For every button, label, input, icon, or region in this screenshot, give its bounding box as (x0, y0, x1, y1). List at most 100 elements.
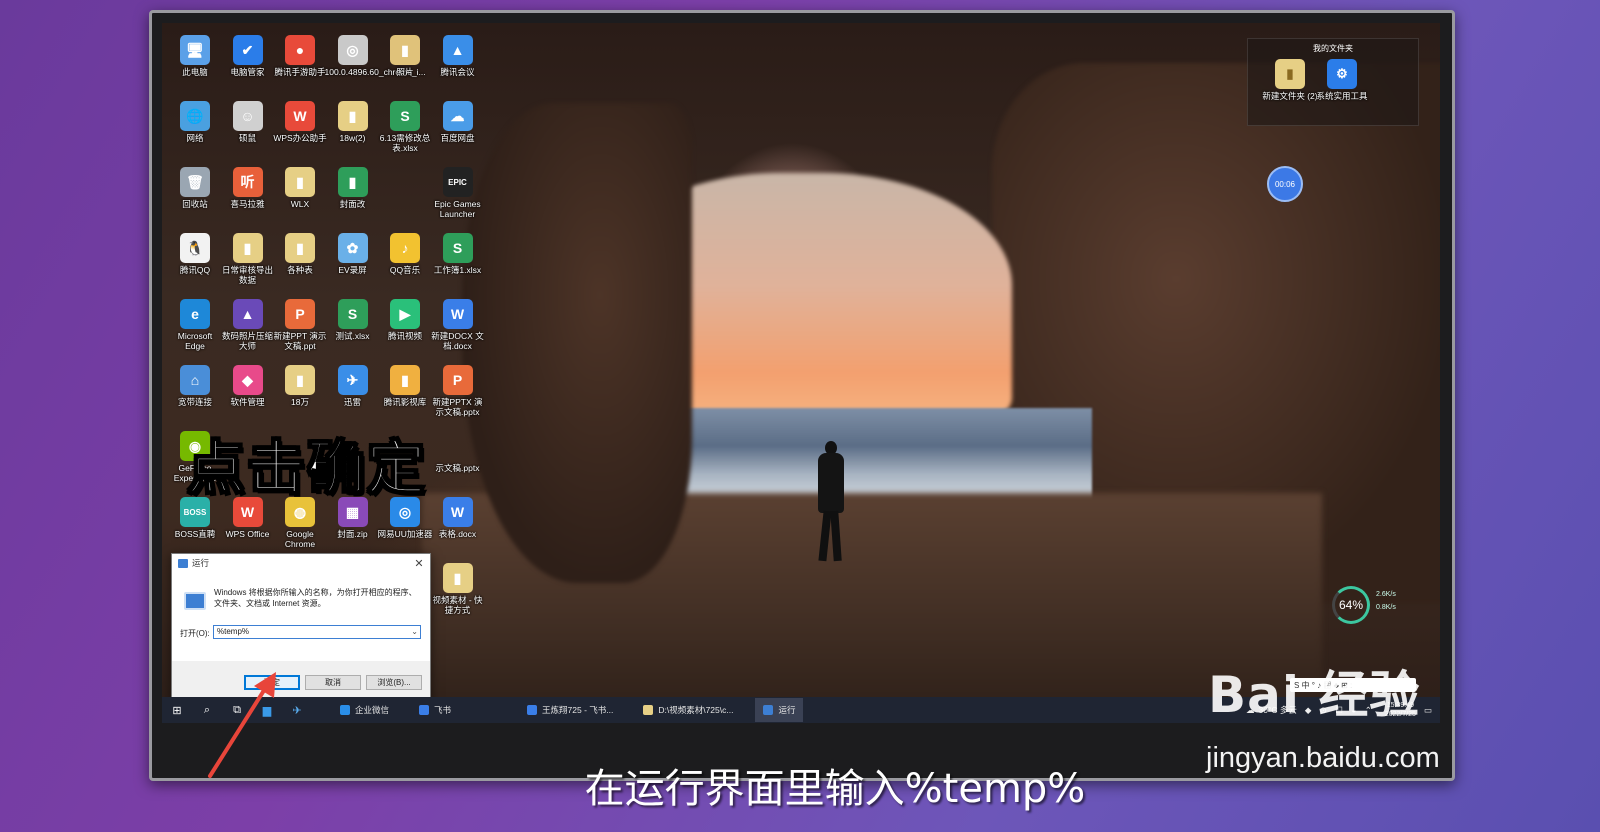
taskbar-app[interactable]: 运行 (755, 698, 804, 722)
app-icon: W (285, 101, 315, 131)
desktop-icon[interactable]: W 表格.docx (430, 497, 486, 539)
app-icon (763, 705, 774, 715)
folder-item-system-tools[interactable]: ⚙ 系统实用工具 (1314, 59, 1370, 101)
desktop-icon-label: EV录屏 (338, 265, 367, 275)
desktop-icon-label: Microsoft Edge (177, 331, 213, 351)
app-icon (340, 705, 350, 715)
desktop-icon[interactable]: W WPS办公助手 (272, 101, 328, 143)
desktop-icon[interactable]: S 测试.xlsx (325, 299, 381, 341)
app-icon: ● (285, 35, 315, 65)
desktop-icon[interactable]: ▮ 腾讯影视库 (377, 365, 433, 407)
chevron-down-icon[interactable]: ⌄ (411, 626, 418, 638)
taskbar-app[interactable]: 飞书 (411, 698, 459, 722)
desktop-icon[interactable]: ▮ 各种表 (272, 233, 328, 275)
app-icon (419, 705, 430, 715)
desktop-icon[interactable]: ▮ 18万 (272, 365, 328, 407)
desktop-icon[interactable]: ◎ 100.0.4896.60_chrome_i... (325, 35, 426, 77)
run-dialog-titlebar[interactable]: 运行 ✕ (172, 554, 430, 572)
desktop-icon[interactable]: ⌂ 宽带连接 (167, 365, 223, 407)
wallpaper-rock-left (462, 103, 692, 583)
desktop-icon[interactable]: ▮ 日常审核导出数据 (220, 233, 276, 285)
desktop-icon[interactable]: ◆ 软件管理 (220, 365, 276, 407)
app-icon: 听 (232, 167, 263, 197)
notification-icon[interactable]: ▭ (1424, 705, 1432, 716)
desktop-icon[interactable]: ▮ 照片 (377, 35, 433, 77)
desktop-icon-label: 此电脑 (182, 67, 208, 77)
app-icon: EPIC (442, 167, 473, 197)
desktop-icon[interactable]: 听喜马拉雅 (220, 167, 276, 209)
cancel-button[interactable]: 取消 (305, 675, 361, 690)
app-icon: ♪ (390, 233, 420, 263)
taskbar-app[interactable]: D:\视频素材\725\c... (635, 698, 741, 722)
app-icon (527, 705, 538, 715)
desktop-icon[interactable]: ▶ 腾讯视频 (377, 299, 433, 341)
desktop-icon[interactable]: ☁ 百度网盘 (430, 101, 486, 143)
taskbar-app[interactable]: 王炼翔725 - 飞书... (519, 698, 621, 722)
desktop-icon[interactable]: P 新建PPTX 演示文稿.pptx (430, 365, 486, 417)
desktop-icon-label: 回收站 (182, 199, 208, 209)
app-icon: ▮ (285, 233, 315, 263)
browse-button[interactable]: 浏览(B)... (366, 675, 422, 690)
desktop-icon-label: 网易UU加速器 (377, 529, 433, 539)
desktop-icon[interactable]: EPIC Epic Games Launcher (430, 167, 486, 219)
desktop-icon-label: 工作簿1.xlsx (433, 265, 482, 275)
windows-start-icon[interactable]: ⊞ (168, 703, 186, 717)
desktop-icon[interactable]: ● 腾讯手游助手 (272, 35, 328, 77)
taskbar-app[interactable]: 企业微信 (332, 698, 397, 722)
desktop-icon[interactable]: ✔ 电脑管家 (220, 35, 276, 77)
desktop-icon[interactable]: ✈ 迅雷 (325, 365, 381, 407)
desktop-icon[interactable]: ▲ 腾讯会议 (430, 35, 486, 77)
desktop-icon[interactable]: S 工作簿1.xlsx (430, 233, 486, 275)
close-icon[interactable]: ✕ (408, 557, 430, 570)
desktop-icon[interactable]: ▮ 封面改 (325, 167, 381, 209)
upload-rate: 2.6K/s (1376, 591, 1396, 598)
desktop-icon-label: 表格.docx (438, 529, 477, 539)
desktop-icon-label: 喜马拉雅 (230, 199, 265, 209)
desktop-icon[interactable]: ▮ WLX (272, 167, 328, 209)
desktop-icon-label: 电脑管家 (230, 67, 265, 77)
folder-icon: ▮ (1275, 59, 1305, 89)
desktop-icon-label: 腾讯QQ (179, 265, 211, 275)
app-icon: ☁ (442, 101, 473, 131)
desktop-icon[interactable]: ▲ 数码照片压缩大师 (220, 299, 276, 351)
recording-timer[interactable]: 00:06 (1267, 166, 1303, 202)
app-icon: W (442, 497, 473, 527)
open-input[interactable]: %temp% ⌄ (213, 625, 421, 639)
desktop-icon-label: WPS办公助手 (273, 133, 327, 143)
app-icon: S (442, 233, 473, 263)
desktop-icon[interactable]: ▮ 18w(2) (325, 101, 381, 143)
desktop-icon-label: Epic Games Launcher (434, 199, 481, 219)
desktop-icon-label: 视频素材 - 快捷方式 (432, 595, 483, 615)
app-icon: ▮ (285, 365, 315, 395)
desktop-icon[interactable]: 🗑 回收站 (167, 167, 223, 209)
desktop-icon[interactable]: W 新建DOCX 文档.docx (430, 299, 486, 351)
run-dialog-title: 运行 (192, 558, 210, 568)
desktop-icon[interactable]: P 新建PPT 演示文稿.ppt (272, 299, 328, 351)
baidu-logo-watermark: Bai 经验 (1208, 666, 1421, 724)
folder-item-new-folder[interactable]: ▮ 新建文件夹 (2) (1262, 59, 1318, 101)
desktop-icon[interactable]: e Microsoft Edge (167, 299, 223, 351)
desktop-icon[interactable]: ▮ 视频素材 - 快捷方式 (430, 563, 486, 615)
app-icon: ▮ (337, 167, 368, 197)
desktop-icon[interactable]: 🌐 网络 (167, 101, 223, 143)
desktop-icon[interactable]: 🐧 腾讯QQ (167, 233, 223, 275)
desktop-icon[interactable]: 示文稿.pptx (430, 431, 486, 473)
desktop-icon-label: 百度网盘 (440, 133, 475, 143)
desktop-icon[interactable]: ♪ QQ音乐 (377, 233, 433, 275)
desktop-icon-label: 照片 (396, 67, 414, 77)
desktop-icon[interactable]: ✿ EV录屏 (325, 233, 381, 275)
desktop-icon[interactable]: S 6.13需修改总表.xlsx (377, 101, 433, 153)
desktop-icon-label: 腾讯会议 (440, 67, 475, 77)
app-icon: e (180, 299, 210, 329)
desktop-icon-label: 6.13需修改总表.xlsx (379, 133, 431, 153)
app-icon: W (442, 299, 473, 329)
desktop-icon-label: QQ音乐 (389, 265, 421, 275)
desktop-icon[interactable]: ☺ 硕鼠 (220, 101, 276, 143)
desktop-icon[interactable]: 🖥 此电脑 (167, 35, 223, 77)
desktop-icon-label: 封面.zip (337, 529, 368, 539)
network-monitor[interactable]: 64% 2.6K/s 0.8K/s (1332, 586, 1412, 624)
app-icon: ▮ (390, 365, 420, 395)
desktop-icon-label: Google Chrome (284, 529, 316, 549)
desktop-screen: 🖥 此电脑 ✔ 电脑管家 ● 腾讯手游助手 ◎ 100.0.4896.60_chrome_i.… (162, 23, 1440, 723)
app-icon: ▮ (390, 35, 420, 65)
